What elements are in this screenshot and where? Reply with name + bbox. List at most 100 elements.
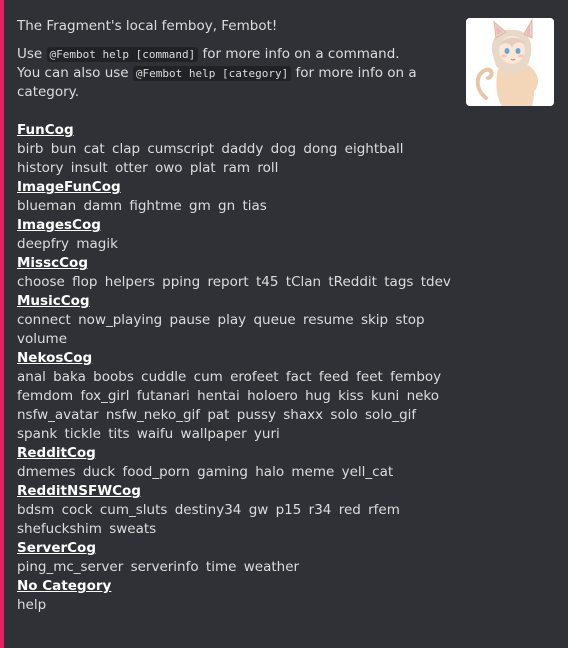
- command-name: gn: [218, 198, 236, 214]
- command-list: bdsm cock cum_sluts destiny34 gw p15 r34…: [17, 501, 457, 539]
- command-name: rfem: [368, 502, 400, 518]
- command-name: cum: [193, 369, 223, 385]
- embed-thumbnail[interactable]: [466, 18, 554, 106]
- command-name: dog: [270, 141, 297, 157]
- command-list: deepfry magik: [17, 235, 457, 254]
- command-name: pat: [207, 407, 230, 423]
- embed-description: The Fragment's local femboy, Fembot! Use…: [17, 17, 457, 615]
- command-name: cat: [83, 141, 105, 157]
- command-name: ping_mc_server: [17, 559, 124, 575]
- command-name: weather: [243, 559, 300, 575]
- command-name: insult: [70, 160, 108, 176]
- command-name: p15: [275, 502, 302, 518]
- command-name: tias: [242, 198, 267, 214]
- command-list: anal baka boobs cuddle cum erofeet fact …: [17, 368, 457, 444]
- command-name: shefuckshim: [17, 521, 102, 537]
- category-name: MisscCog: [17, 255, 88, 271]
- command-name: cock: [61, 502, 93, 518]
- command-list: ping_mc_server serverinfo time weather: [17, 558, 457, 577]
- command-name: gw: [248, 502, 269, 518]
- command-name: volume: [17, 331, 68, 347]
- command-name: tags: [384, 274, 414, 290]
- command-name: help: [17, 597, 47, 613]
- command-name: neko: [406, 388, 440, 404]
- command-name: baka: [53, 369, 86, 385]
- command-name: tdev: [420, 274, 451, 290]
- command-name: gaming: [197, 464, 248, 480]
- command-name: meme: [291, 464, 335, 480]
- command-name: food_porn: [122, 464, 190, 480]
- command-name: fact: [285, 369, 312, 385]
- usage-line1-prefix: Use: [17, 46, 43, 62]
- command-name: pping: [162, 274, 201, 290]
- command-name: spank: [17, 426, 58, 442]
- embed-intro: The Fragment's local femboy, Fembot!: [17, 18, 278, 34]
- category-name: RedditNSFWCog: [17, 483, 141, 499]
- command-name: dong: [303, 141, 338, 157]
- usage-text: Use @Fembot help [command] for more info…: [17, 45, 427, 102]
- command-name: futanari: [136, 388, 190, 404]
- command-name: cum_sluts: [99, 502, 168, 518]
- command-name: connect: [17, 312, 71, 328]
- command-name: plat: [189, 160, 216, 176]
- command-name: cuddle: [141, 369, 187, 385]
- category-name: MusicCog: [17, 293, 90, 309]
- command-name: destiny34: [174, 502, 242, 518]
- command-name: daddy: [221, 141, 264, 157]
- embed-accent-bar: [0, 0, 4, 648]
- usage-line2-prefix: You can also use: [17, 65, 129, 81]
- command-list: choose flop helpers pping report t45 tCl…: [17, 273, 457, 292]
- command-name: clap: [112, 141, 141, 157]
- command-name: otter: [114, 160, 148, 176]
- command-name: shaxx: [283, 407, 324, 423]
- command-name: tReddit: [328, 274, 377, 290]
- command-name: hentai: [197, 388, 240, 404]
- command-name: cumscript: [147, 141, 215, 157]
- command-name: solo_gif: [365, 407, 417, 423]
- category-list: FunCog birb bun cat clap cumscript daddy …: [17, 121, 457, 615]
- command-name: serverinfo: [130, 559, 199, 575]
- command-list: dmemes duck food_porn gaming halo meme y…: [17, 463, 457, 482]
- command-name: anal: [17, 369, 46, 385]
- command-name: choose: [17, 274, 65, 290]
- command-name: tickle: [64, 426, 101, 442]
- command-name: pussy: [236, 407, 276, 423]
- command-name: nsfw_neko_gif: [105, 407, 201, 423]
- command-name: flop: [72, 274, 98, 290]
- category-name: NekosCog: [17, 350, 93, 366]
- usage-line1-suffix: for more info on a command.: [202, 46, 400, 62]
- command-name: report: [207, 274, 249, 290]
- command-name: yuri: [253, 426, 280, 442]
- command-name: femboy: [390, 369, 442, 385]
- command-name: birb: [17, 141, 44, 157]
- command-name: damn: [83, 198, 123, 214]
- command-name: fightme: [129, 198, 182, 214]
- category-name: RedditCog: [17, 445, 96, 461]
- command-name: magik: [76, 236, 118, 252]
- command-name: queue: [253, 312, 296, 328]
- command-name: gm: [189, 198, 211, 214]
- command-name: feed: [318, 369, 349, 385]
- command-list: help: [17, 596, 457, 615]
- command-name: resume: [303, 312, 354, 328]
- command-name: yell_cat: [341, 464, 394, 480]
- command-name: eightball: [344, 141, 404, 157]
- command-name: erofeet: [230, 369, 279, 385]
- command-name: time: [205, 559, 237, 575]
- command-name: duck: [82, 464, 116, 480]
- command-name: waifu: [136, 426, 174, 442]
- command-list: birb bun cat clap cumscript daddy dog do…: [17, 140, 457, 178]
- category-name: FunCog: [17, 122, 74, 138]
- command-name: t45: [256, 274, 279, 290]
- command-name: bdsm: [17, 502, 55, 518]
- category-name: ImagesCog: [17, 217, 101, 233]
- category-name: ImageFunCog: [17, 179, 121, 195]
- command-list: connect now_playing pause play queue res…: [17, 311, 457, 349]
- command-name: tits: [108, 426, 130, 442]
- command-name: dmemes: [17, 464, 76, 480]
- command-name: helpers: [104, 274, 155, 290]
- help-command-code: @Fembot help [command]: [46, 47, 199, 62]
- command-name: red: [338, 502, 361, 518]
- command-name: pause: [169, 312, 211, 328]
- command-name: stop: [395, 312, 425, 328]
